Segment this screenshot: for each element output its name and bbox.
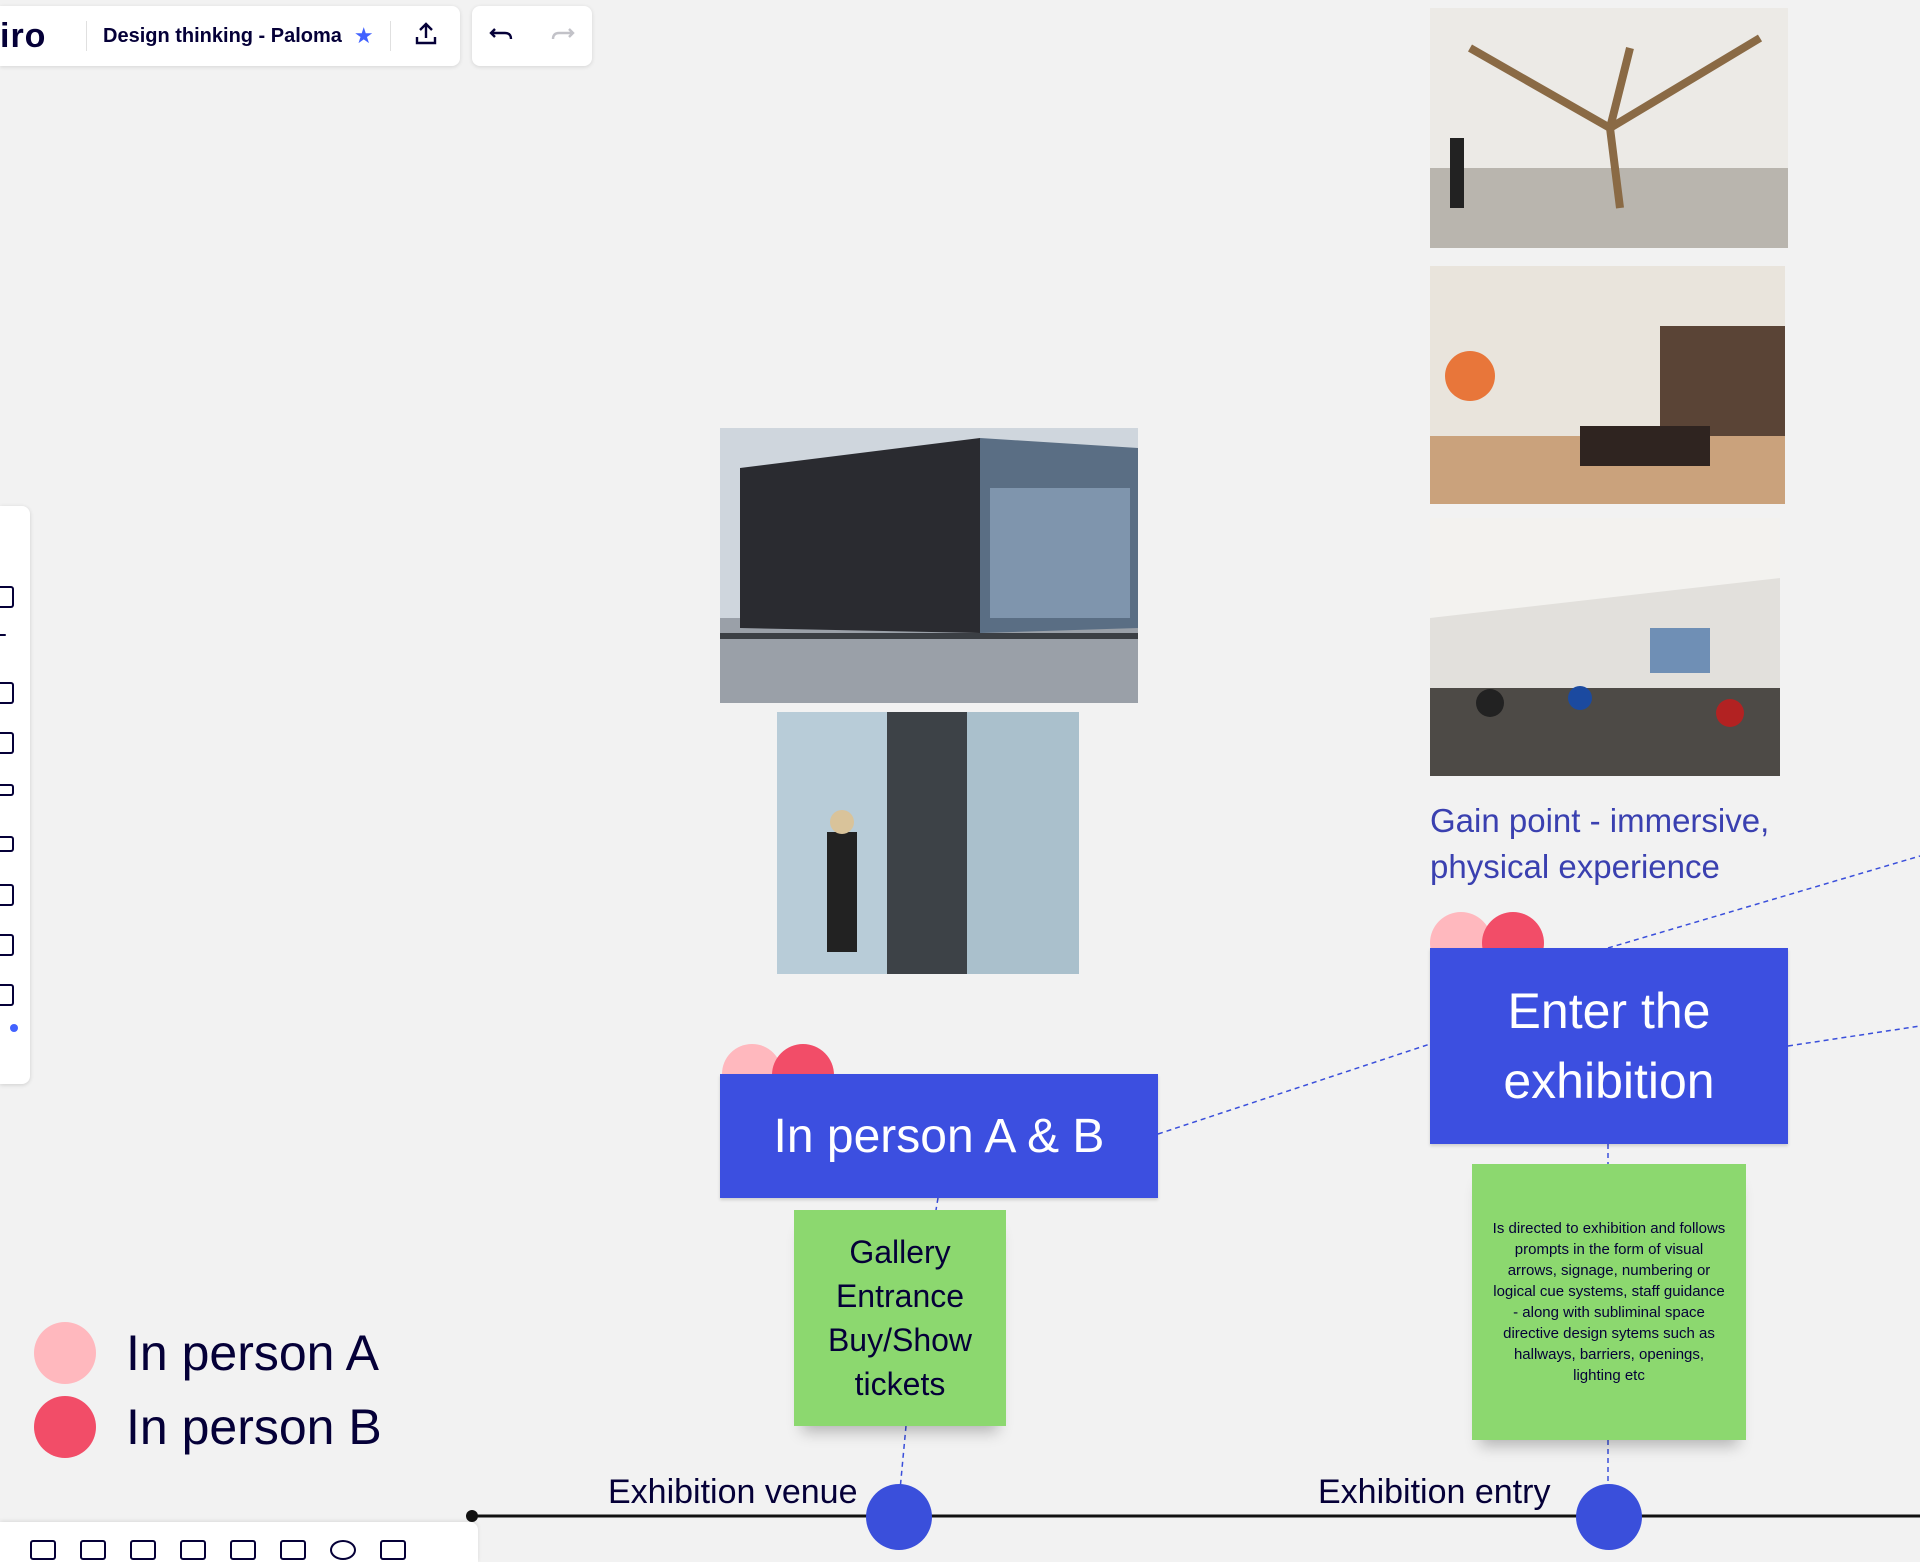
card-in-person[interactable]: In person A & B xyxy=(720,1074,1158,1198)
legend-person-b-label: In person B xyxy=(126,1399,382,1455)
sticky-line: tickets xyxy=(854,1366,946,1402)
sticky-gallery-entrance[interactable]: Gallery Entrance Buy/Show tickets xyxy=(794,1210,1006,1426)
sticky-directed-to-exhibition[interactable]: Is directed to exhibition and follows pr… xyxy=(1472,1164,1746,1440)
legend-person-a-dot xyxy=(34,1322,96,1384)
stage-label-venue[interactable]: Exhibition venue xyxy=(608,1470,858,1514)
legend-person-a-label: In person A xyxy=(126,1325,379,1381)
sticky-line: Gallery xyxy=(849,1234,951,1270)
gain-point-note[interactable]: Gain point - immersive, physical experie… xyxy=(1430,798,1810,890)
sticky-line: Buy/Show xyxy=(827,1322,973,1358)
stage-label-entry[interactable]: Exhibition entry xyxy=(1318,1470,1550,1514)
timeline-node-venue[interactable] xyxy=(866,1484,932,1550)
card-enter-exhibition[interactable]: Enter the exhibition xyxy=(1430,948,1788,1144)
legend-person-b-dot xyxy=(34,1396,96,1458)
timeline-node-entry[interactable] xyxy=(1576,1484,1642,1550)
sticky-line: Entrance xyxy=(835,1278,965,1314)
